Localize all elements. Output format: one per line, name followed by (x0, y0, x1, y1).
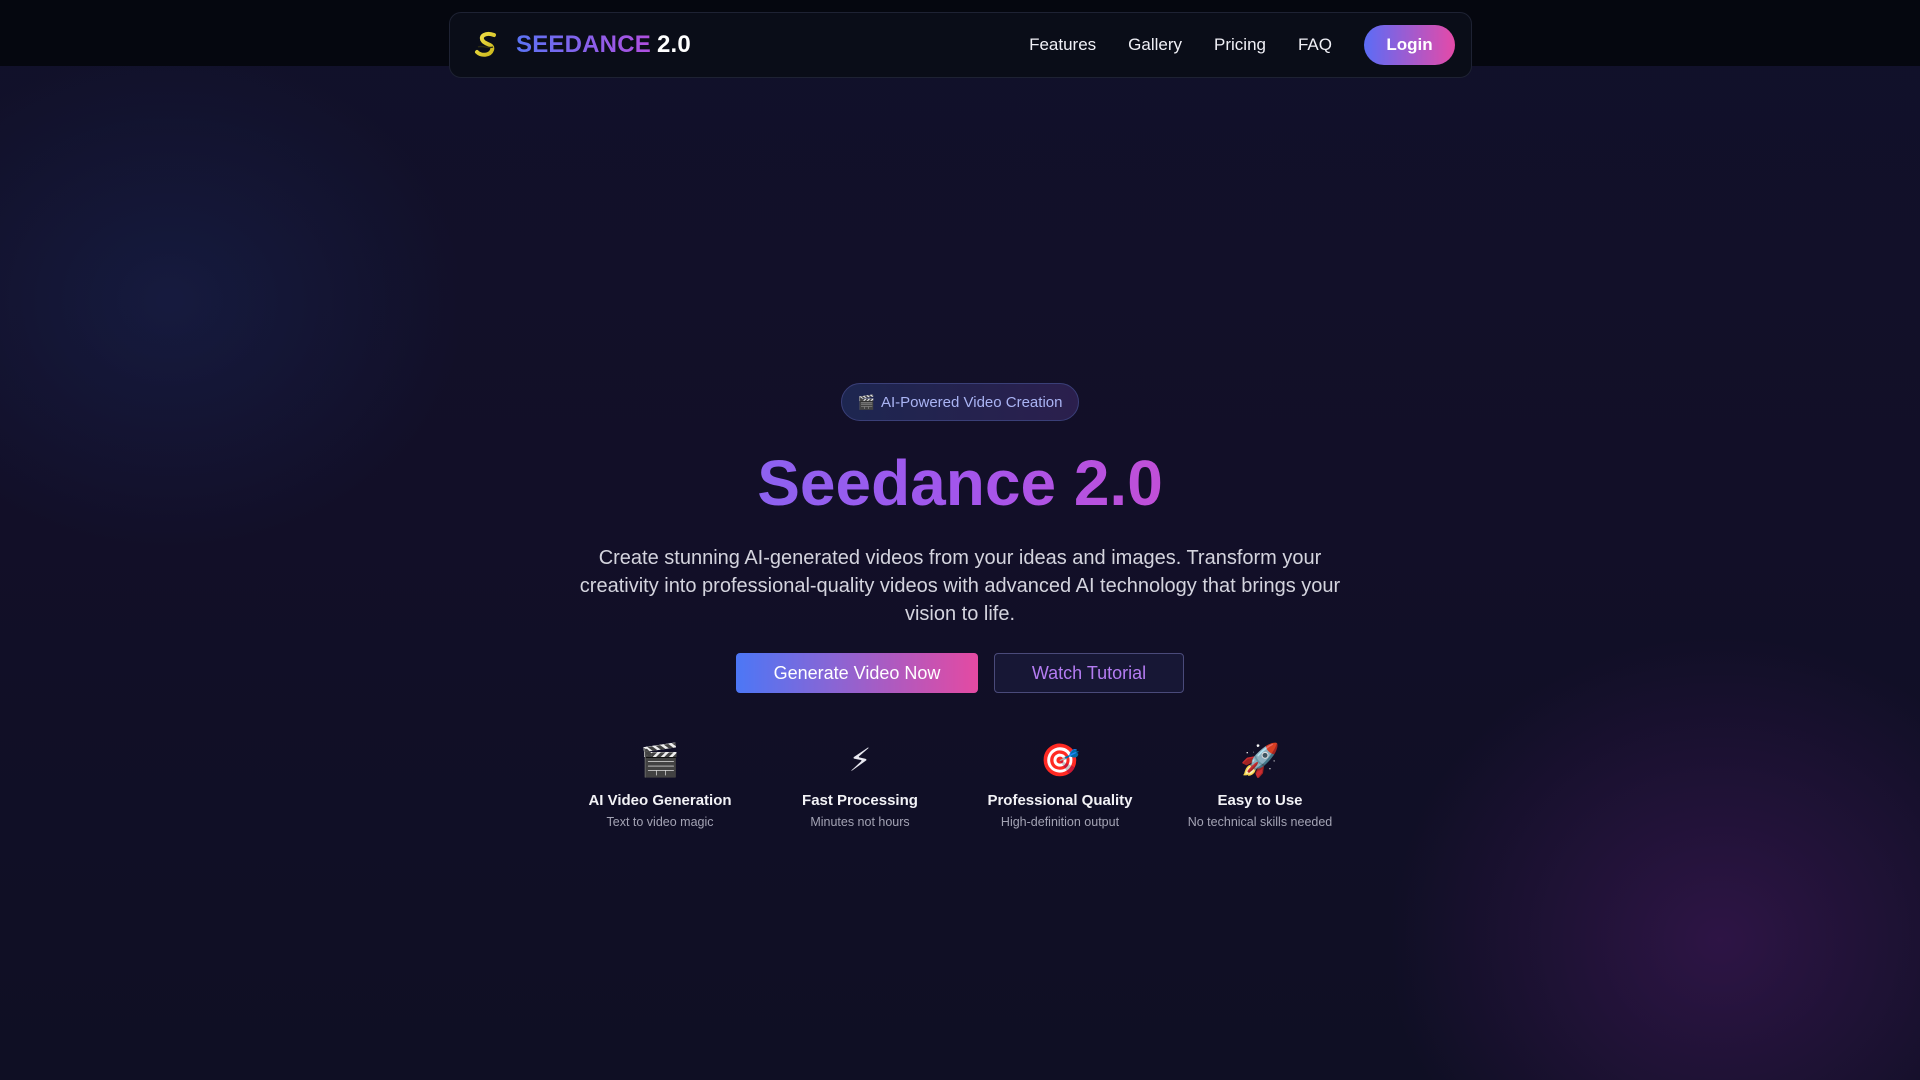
feature-item: ⚡ Fast Processing Minutes not hours (760, 740, 960, 829)
feature-title: Professional Quality (987, 792, 1133, 809)
generate-video-button[interactable]: Generate Video Now (736, 653, 978, 693)
hero-badge-text: AI-Powered Video Creation (880, 393, 1063, 411)
hero-description: Create stunning AI-generated videos from… (579, 547, 1341, 625)
target-icon: 🎯 (1040, 742, 1080, 778)
feature-title: Easy to Use (1217, 792, 1303, 809)
feature-list: 🎬 AI Video Generation Text to video magi… (560, 740, 1360, 829)
clapperboard-icon: 🎬 (640, 742, 680, 778)
feature-title: AI Video Generation (588, 792, 732, 809)
feature-item: 🚀 Easy to Use No technical skills needed (1160, 740, 1360, 829)
feature-item: 🎬 AI Video Generation Text to video magi… (560, 740, 760, 829)
lightning-icon: ⚡ (848, 742, 872, 778)
hero-title: Seedance 2.0 (757, 447, 1163, 519)
rocket-icon: 🚀 (1240, 742, 1280, 778)
hero-badge: 🎬 AI-Powered Video Creation (841, 383, 1079, 421)
hero-section: 🎬 AI-Powered Video Creation Seedance 2.0… (0, 0, 1920, 1080)
feature-subtitle: Text to video magic (606, 815, 714, 829)
feature-subtitle: High-definition output (1000, 815, 1120, 829)
feature-subtitle: No technical skills needed (1187, 815, 1333, 829)
cta-row: Generate Video Now Watch Tutorial (736, 653, 1184, 693)
watch-tutorial-button[interactable]: Watch Tutorial (994, 653, 1184, 693)
feature-subtitle: Minutes not hours (810, 815, 910, 829)
feature-item: 🎯 Professional Quality High-definition o… (960, 740, 1160, 829)
clapperboard-icon: 🎬 (857, 393, 875, 410)
feature-title: Fast Processing (802, 792, 918, 809)
